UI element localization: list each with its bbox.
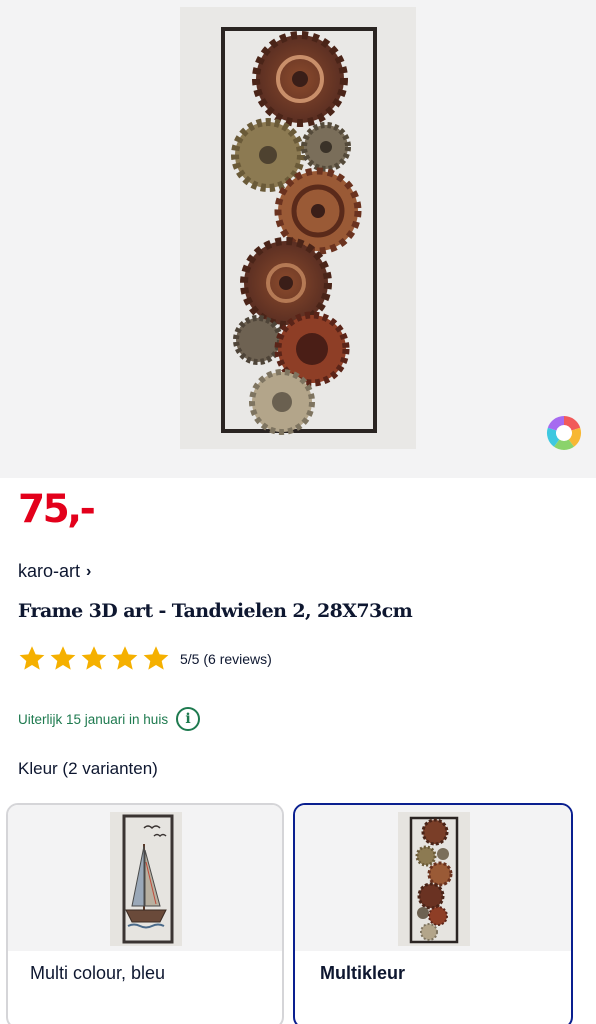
sailboat-wall-art-image: [110, 812, 182, 946]
variant-thumb-area: [8, 805, 282, 951]
color-wheel-icon[interactable]: [545, 414, 583, 452]
variant-option-multikleur[interactable]: Multikleur: [293, 803, 573, 1024]
product-image-area[interactable]: [0, 0, 596, 478]
star-icon: [112, 646, 138, 670]
variant-label: Multikleur: [320, 963, 406, 983]
star-icon: [50, 646, 76, 670]
brand-link[interactable]: karo-art ›: [18, 561, 91, 582]
gears-wall-art-thumbnail: [398, 812, 470, 946]
rating-stars: [18, 645, 170, 672]
star-icon: [143, 646, 169, 670]
delivery-text: Uiterlijk 15 januari in huis: [18, 711, 169, 727]
product-photo[interactable]: [180, 7, 416, 449]
variant-thumb-area: [295, 805, 571, 951]
delivery-info: Uiterlijk 15 januari in huis i: [18, 707, 201, 731]
product-title: Frame 3D art - Tandwielen 2, 28X73cm: [18, 600, 413, 622]
variant-label: Multi colour, bleu: [30, 963, 166, 983]
rating-text: 5/5 (6 reviews): [180, 650, 272, 667]
star-icon: [81, 646, 107, 670]
variants-label: Kleur (2 varianten): [18, 759, 158, 778]
product-rating[interactable]: 5/5 (6 reviews): [18, 645, 272, 672]
star-icon: [19, 646, 45, 670]
variant-option-multi-colour-bleu[interactable]: Multi colour, bleu: [6, 803, 284, 1024]
brand-name: karo-art: [18, 561, 81, 581]
gears-wall-art-image: [180, 7, 416, 449]
product-price: 75,-: [18, 487, 96, 532]
chevron-right-icon: ›: [86, 562, 92, 580]
info-icon[interactable]: i: [176, 707, 201, 731]
